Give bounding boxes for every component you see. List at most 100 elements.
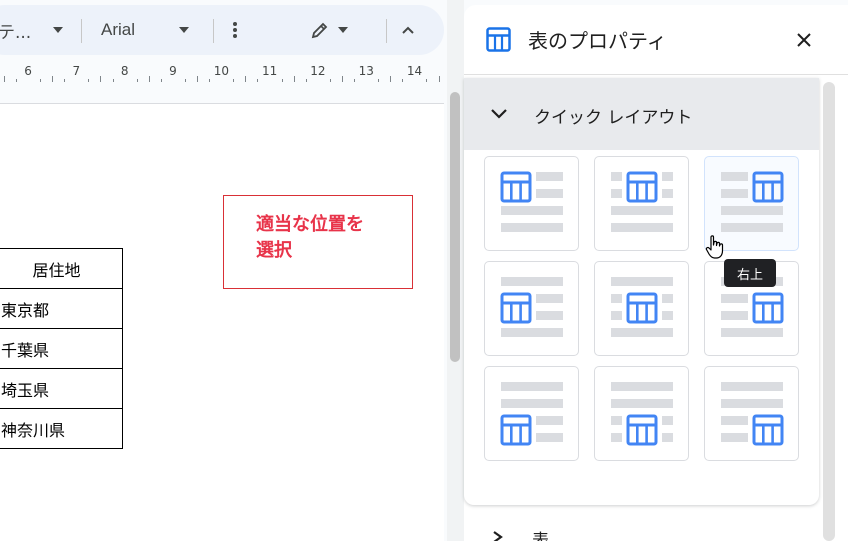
layout-text-line [611,172,622,181]
table-row: 神奈川県 [0,408,123,449]
ruler-tick [354,79,356,82]
table-icon [500,414,532,446]
layout-text-line [501,399,563,408]
layout-text-line [501,223,563,232]
table-cell[interactable]: 東京都 [0,288,123,329]
layout-text-line [662,294,673,303]
ruler-tick [281,79,283,82]
layout-text-line [611,328,673,337]
chevron-right-icon [493,531,503,541]
layout-text-line [536,172,563,181]
layout-text-line [611,311,622,320]
chevron-down-icon [338,27,348,33]
section-label: クイック レイアウト [534,108,693,128]
ruler-number: 11 [262,64,278,78]
ruler-tick [257,79,259,82]
ruler-tick [112,79,114,82]
table-cell[interactable]: 神奈川県 [0,408,123,449]
font-dropdown[interactable]: Arial [101,5,190,55]
chevron-up-icon [402,26,414,34]
ruler-tick [209,79,211,82]
table-row: 千葉県 [0,328,123,369]
table-cell[interactable]: 埼玉県 [0,368,123,409]
layout-text-line [662,416,673,425]
layout-option-center-middle[interactable] [594,261,689,356]
ruler-tick [293,76,295,82]
ruler-tick [426,79,428,82]
layout-text-line [721,382,783,391]
table-icon [752,292,784,324]
more-options-button[interactable] [232,5,238,55]
ruler-tick [52,76,54,82]
more-vert-icon [233,22,237,38]
layout-tooltip: 右上 [724,259,776,287]
layout-option-left-bottom[interactable] [484,366,579,461]
collapse-toolbar-button[interactable] [401,5,415,55]
table-header-cell[interactable]: 居住地 [0,248,123,289]
layout-option-left-middle[interactable] [484,261,579,356]
ruler-tick [233,79,235,82]
layout-text-line [662,311,673,320]
layout-text-line [611,416,622,425]
ruler-tick [160,79,162,82]
panel-title: 表のプロパティ [528,29,667,53]
chevron-down-icon [179,27,190,33]
layout-text-line [611,206,673,215]
layout-text-line [536,416,563,425]
layout-text-line [611,223,673,232]
layout-text-line [501,277,563,286]
ruler-tick [136,79,138,82]
ruler-tick [378,79,380,82]
panel-scrollbar[interactable] [823,82,835,541]
horizontal-ruler[interactable]: 6789101112131415 [0,62,444,84]
table-cell[interactable]: 千葉県 [0,328,123,369]
layout-text-line [721,416,748,425]
ruler-tick [184,79,186,82]
layout-text-line [721,311,748,320]
section-label: 表 [532,531,549,541]
table-icon [486,27,511,52]
ruler-tick [197,76,199,82]
ruler-tick [64,79,66,82]
style-dropdown[interactable]: テ... [0,5,64,55]
ruler-number: 14 [406,64,423,78]
ruler-number: 7 [72,64,81,78]
document-area: テ... Arial 6789101112131415 [0,0,444,541]
layout-text-line [721,433,748,442]
document-scrollbar-thumb[interactable] [450,92,460,362]
layout-text-line [721,294,748,303]
ruler-number: 9 [169,64,177,78]
chevron-down-icon [491,109,507,119]
layout-text-line [721,399,783,408]
ruler-tick [88,79,90,82]
style-dropdown-label: テ... [0,22,32,43]
annotation-callout: 適当な位置を 選択 [223,195,413,289]
residence-table[interactable]: 居住地 東京都 千葉県 埼玉県 神奈川県 [0,248,123,449]
layout-option-center-top[interactable] [594,156,689,251]
layout-text-line [611,433,622,442]
ruler-number: 6 [24,64,32,78]
app-window: テ... Arial 6789101112131415 [0,0,848,541]
table-icon [500,171,532,203]
layout-option-right-bottom[interactable] [704,366,799,461]
layout-text-line [721,223,783,232]
layout-text-line [501,382,563,391]
toolbar-divider [213,19,214,43]
table-section-header[interactable]: 表 [464,520,819,541]
layout-text-line [721,328,783,337]
chevron-down-icon [53,27,64,33]
layout-option-left-top[interactable] [484,156,579,251]
table-icon [626,171,658,203]
quick-layout-header[interactable]: クイック レイアウト [464,78,819,150]
close-icon[interactable] [797,33,811,47]
layout-text-line [611,277,673,286]
ruler-tick [329,79,331,82]
layout-text-line [611,294,622,303]
editing-mode-button[interactable] [310,5,348,55]
ruler-tick [438,76,440,82]
ruler-tick [3,76,5,82]
layout-text-line [536,294,563,303]
layout-option-center-bottom[interactable] [594,366,689,461]
table-row: 居住地 [0,248,123,289]
layout-text-line [662,189,673,198]
